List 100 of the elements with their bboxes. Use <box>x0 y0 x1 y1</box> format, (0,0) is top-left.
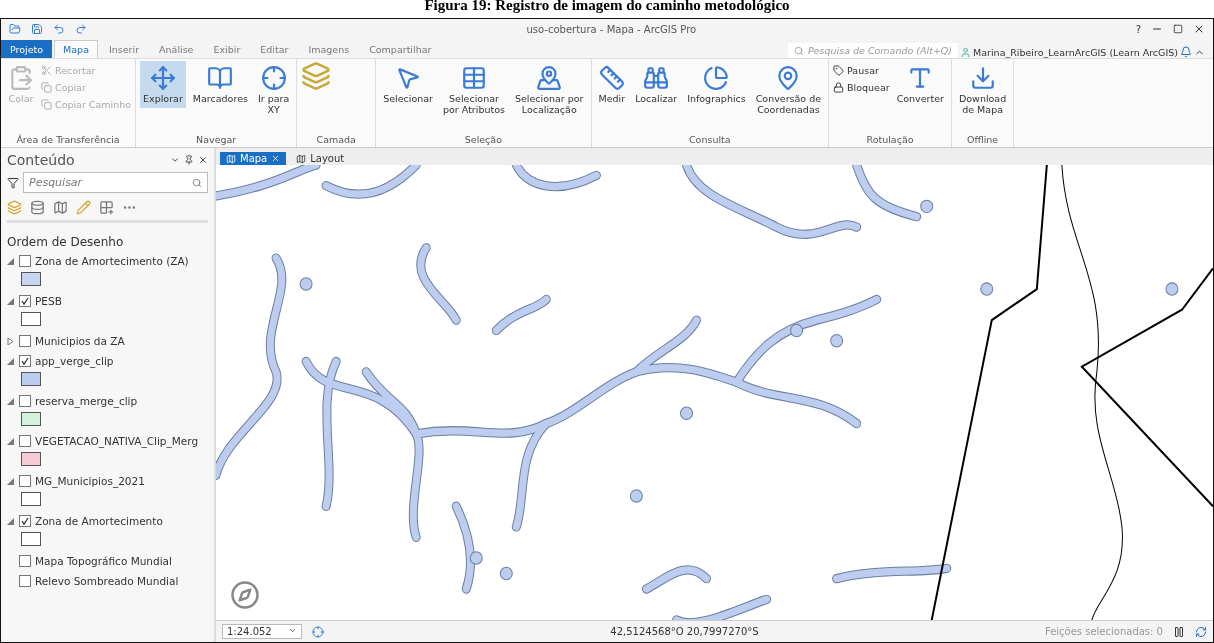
pause-icon[interactable] <box>1173 625 1185 638</box>
layer-checkbox[interactable] <box>19 255 31 267</box>
ribbon-tab[interactable]: Projeto <box>1 40 53 58</box>
expander-icon[interactable] <box>7 517 15 525</box>
section-heading: Ordem de Desenho <box>7 235 125 249</box>
ribbon-tool-button[interactable]: Selecionar <box>380 61 437 108</box>
ruler-icon <box>598 65 625 91</box>
expander-icon[interactable] <box>7 477 15 485</box>
expander-icon[interactable] <box>7 257 15 265</box>
map-icon <box>226 153 236 164</box>
coordinates-text: 42,5124568°O 20,7997270°S <box>610 626 759 637</box>
scale-field[interactable]: 1:24.052 <box>222 624 302 639</box>
ribbon-tool-button[interactable]: Selecionar por Atributos <box>440 61 508 119</box>
layer-checkbox[interactable] <box>19 295 31 307</box>
ribbon-tool-button[interactable]: Selecionar por Localização <box>511 61 587 119</box>
layer-name[interactable]: Mapa Topográfico Mundial <box>35 555 172 567</box>
ribbon-tool-button[interactable]: Download de Mapa <box>956 61 1010 119</box>
expander-icon[interactable] <box>7 357 15 365</box>
clipboard-icon <box>8 65 34 91</box>
layer-checkbox[interactable] <box>19 435 31 447</box>
expander-icon[interactable] <box>7 297 15 305</box>
ribbon-tab[interactable]: Análise <box>150 40 203 58</box>
layer-name[interactable]: VEGETACAO_NATIVA_Clip_Merg <box>35 435 199 447</box>
ribbon-tool-button[interactable]: Ir para XY <box>254 61 293 119</box>
ribbon-group-label: Rotulação <box>865 133 915 147</box>
ribbon-tool-button[interactable]: Medir <box>595 61 629 108</box>
layer-checkbox[interactable] <box>19 555 31 567</box>
search-field[interactable]: Pesquisar <box>23 172 208 193</box>
pan-arrows-icon <box>149 65 176 91</box>
layer-checkbox[interactable] <box>19 395 31 407</box>
layer-name[interactable]: app_verge_clip <box>35 355 114 367</box>
download-icon <box>969 65 996 91</box>
pane-title: Conteúdo <box>7 152 75 168</box>
pencil-icon <box>76 200 91 215</box>
ribbon-tab[interactable]: Compartilhar <box>360 40 441 58</box>
view-tab[interactable]: Mapa <box>220 152 287 165</box>
layer-checkbox[interactable] <box>19 575 31 587</box>
book-icon <box>207 65 234 91</box>
ribbon-tab[interactable]: Editar <box>251 40 298 58</box>
layer-checkbox[interactable] <box>19 515 31 527</box>
table-icon <box>461 65 487 91</box>
ribbon-tool-button[interactable]: Converter <box>893 61 947 108</box>
save-icon <box>31 23 43 35</box>
ribbon-tool-button[interactable]: Localizar <box>632 61 681 108</box>
layer-name[interactable]: MG_Municipios_2021 <box>35 475 145 487</box>
expander-icon[interactable] <box>7 337 15 345</box>
layer-name[interactable]: reserva_merge_clip <box>35 395 138 407</box>
layer-name[interactable]: Relevo Sombreado Mundial <box>35 575 179 587</box>
layer-name[interactable]: Zona de Amortecimento (ZA) <box>35 255 189 267</box>
layer-name[interactable]: Municipios da ZA <box>35 335 125 347</box>
ribbon-tool-button[interactable]: Conversão de Coordenadas <box>752 61 825 119</box>
pin-icon <box>184 155 194 165</box>
layer-checkbox[interactable] <box>19 475 31 487</box>
cursor-icon <box>395 65 422 91</box>
copy-icon <box>41 99 52 110</box>
database-icon <box>30 200 45 215</box>
ribbon-tab[interactable]: Imagens <box>299 40 359 58</box>
close-icon[interactable] <box>1193 23 1205 35</box>
ribbon-tool-button[interactable]: Infographics <box>684 61 749 108</box>
pie-chart-icon <box>703 65 730 91</box>
ribbon-tab[interactable]: Exibir <box>204 40 250 58</box>
undo-icon <box>53 23 65 35</box>
map-pin-icon <box>536 65 563 91</box>
scissors-icon <box>41 65 52 76</box>
crosshair-icon <box>260 65 287 91</box>
layer-checkbox[interactable] <box>19 335 31 347</box>
figure-caption: Figura 19: Registro de imagem do caminho metodológico <box>423 0 791 15</box>
refresh-icon[interactable] <box>1195 625 1207 638</box>
ribbon-tool-button[interactable]: Explorar <box>140 61 186 108</box>
view-tab[interactable]: Layout <box>290 152 351 165</box>
user-icon <box>960 47 972 58</box>
search-icon <box>192 177 202 188</box>
ribbon-group-label: Seleção <box>463 133 503 147</box>
user-account-menu[interactable]: Marina_Ribeiro_LearnArcGIS (Learn ArcGIS) <box>973 47 1178 58</box>
layer-name[interactable]: Zona de Amortecimento <box>35 515 163 527</box>
ribbon-tool-button[interactable]: Pausar <box>833 65 890 76</box>
dropdown-icon <box>288 626 297 635</box>
help-button[interactable]: ? <box>1135 23 1141 35</box>
selection-count: Feições selecionadas: 0 <box>1044 626 1163 637</box>
redo-icon <box>75 23 87 35</box>
lock-icon <box>833 82 845 93</box>
grid-icon <box>99 200 114 215</box>
copy-icon <box>41 82 52 93</box>
expander-icon[interactable] <box>7 397 15 405</box>
open-folder-icon <box>9 23 21 35</box>
layers-icon <box>7 200 22 215</box>
ribbon-tab[interactable]: Inserir <box>99 40 149 58</box>
expander-icon[interactable] <box>7 437 15 445</box>
restore-icon[interactable] <box>1173 24 1183 34</box>
ribbon-tool-button[interactable]: Bloquear <box>833 82 890 93</box>
ribbon-group-label: Consulta <box>687 133 732 147</box>
layer-tools-icon <box>301 61 332 91</box>
layer-checkbox[interactable] <box>19 355 31 367</box>
ribbon-tool-button[interactable]: Marcadores <box>189 61 251 108</box>
binoculars-icon <box>643 65 670 91</box>
layer-name[interactable]: PESB <box>35 295 62 307</box>
ribbon-group-label: Offline <box>966 133 1000 147</box>
ribbon-group-label: Navegar <box>195 133 238 147</box>
map-icon <box>296 153 307 164</box>
ribbon-tab[interactable]: Mapa <box>54 40 98 58</box>
